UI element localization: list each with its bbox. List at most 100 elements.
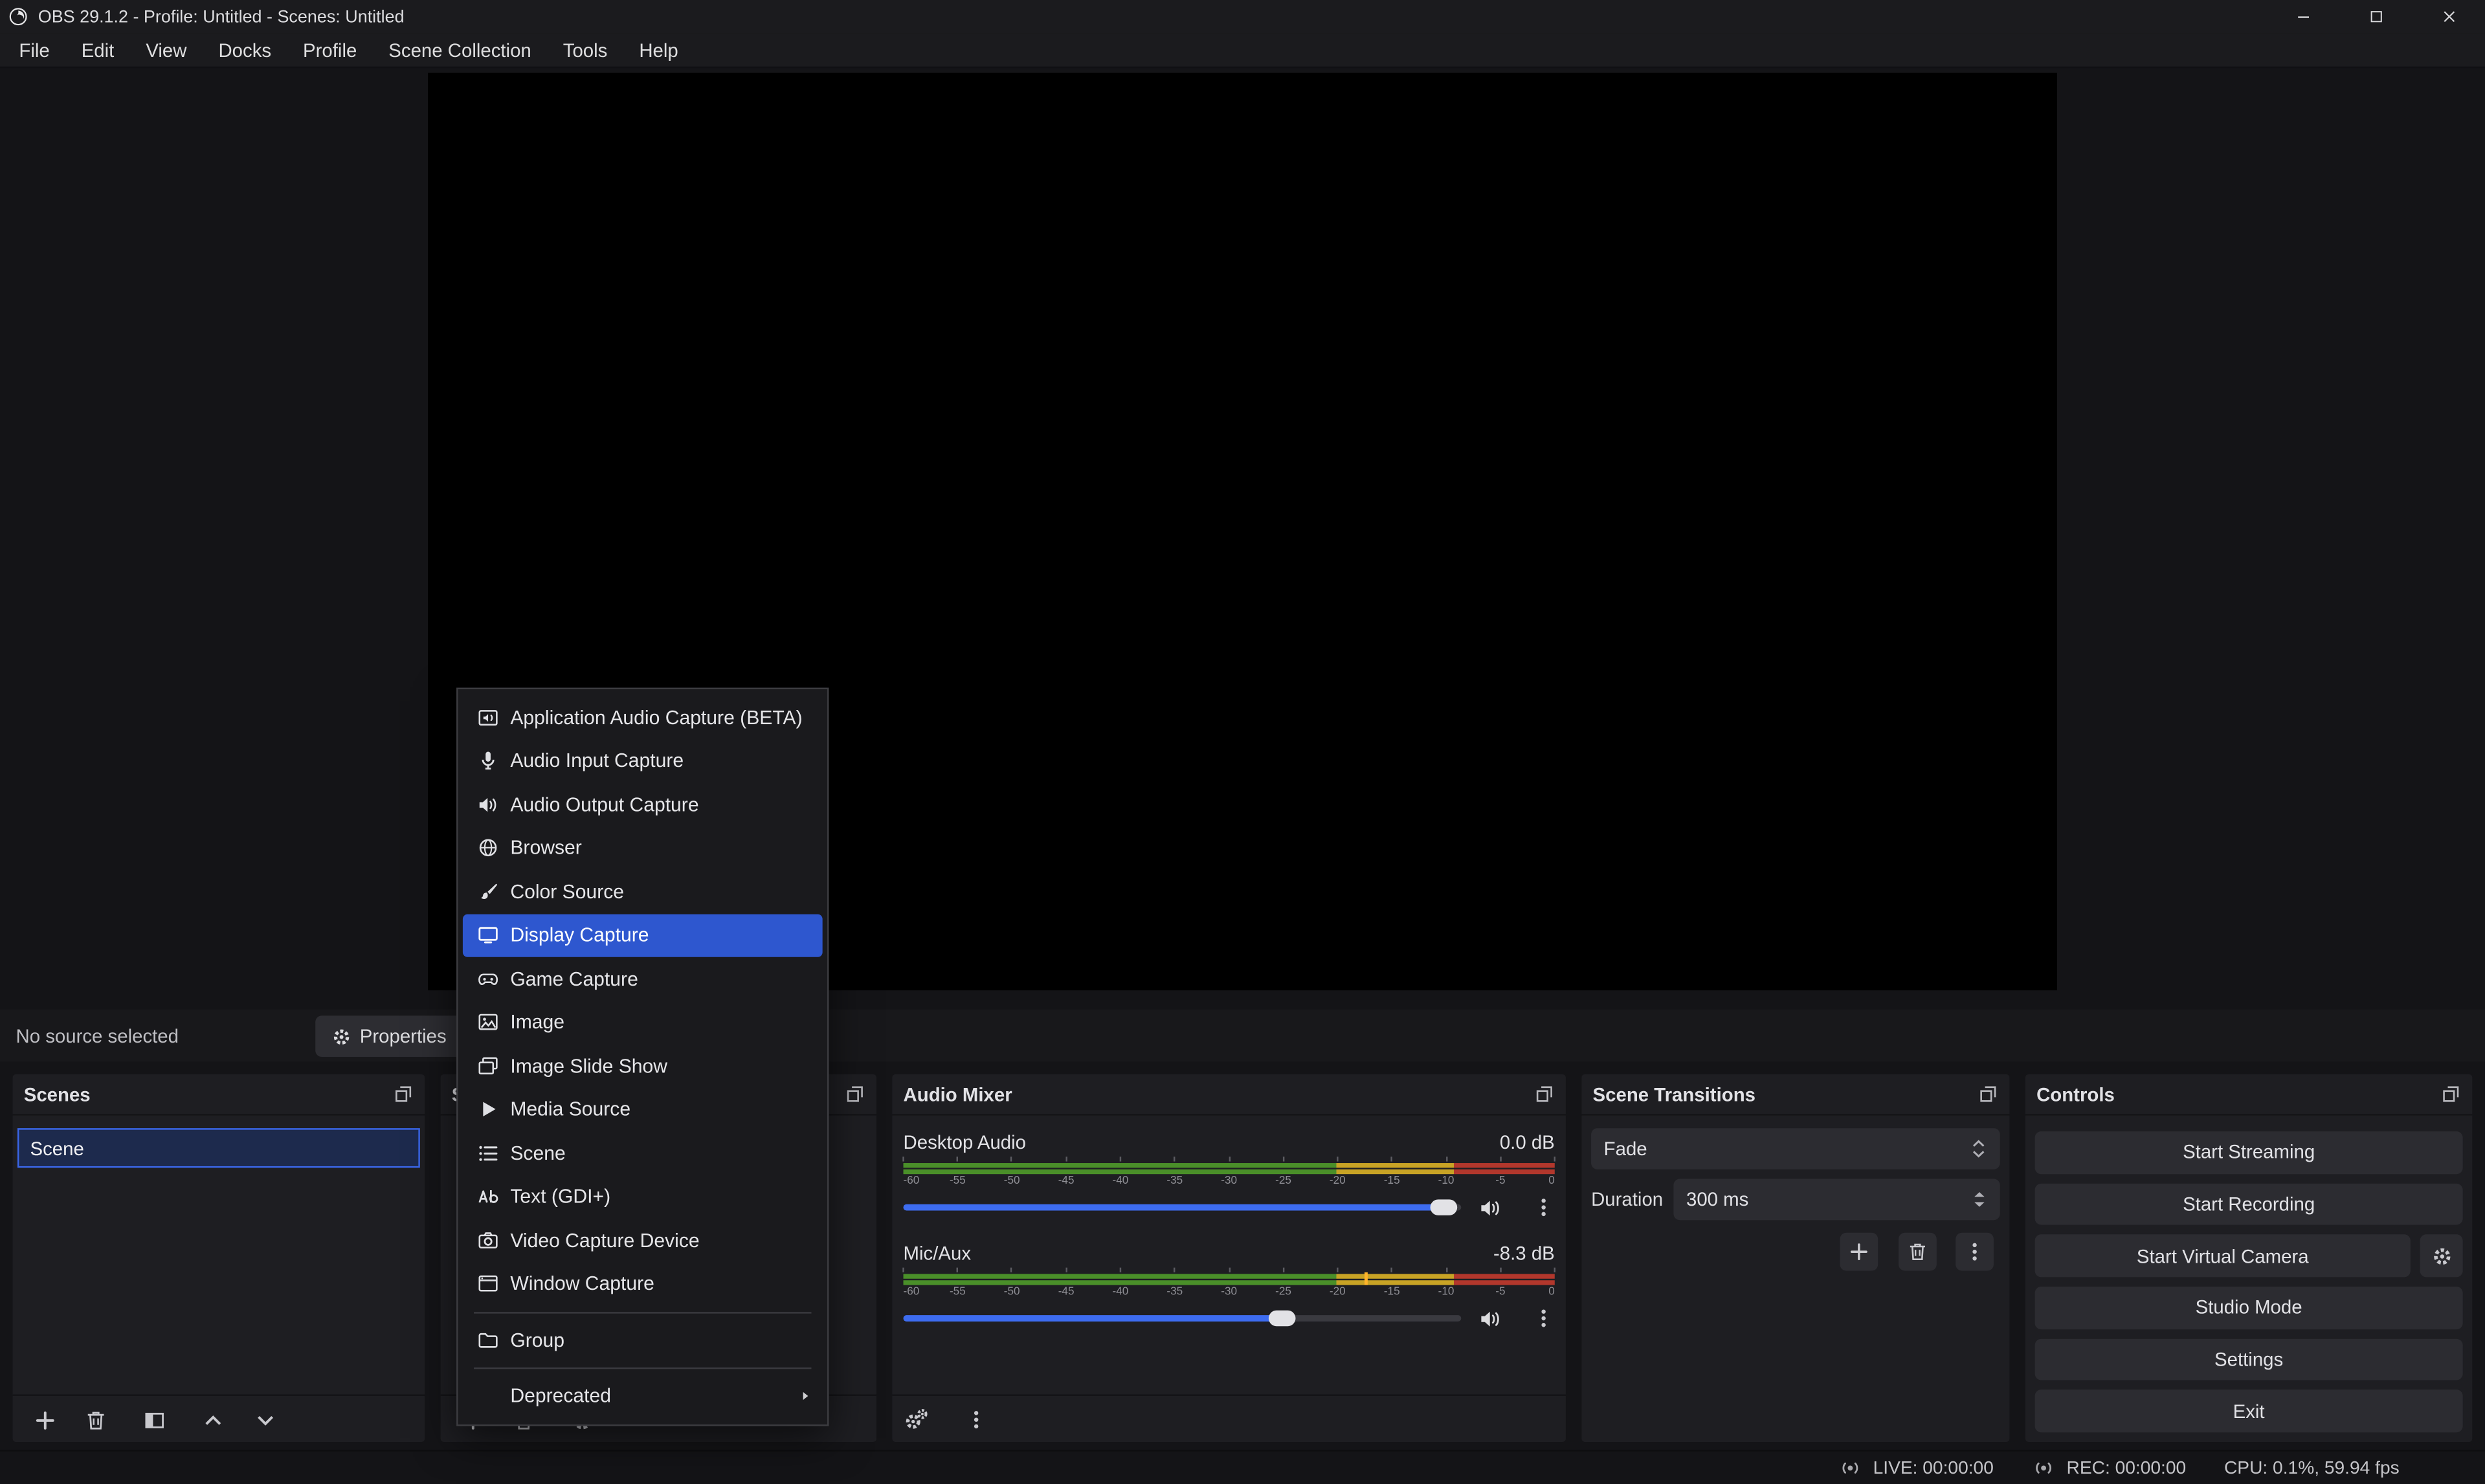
blank-icon: [477, 1385, 499, 1407]
obs-logo-icon: [8, 6, 28, 27]
menu-item-audio-input-capture[interactable]: Audio Input Capture: [463, 739, 823, 782]
add-transition-button[interactable]: [1840, 1233, 1878, 1271]
menu-item-image-slide-show[interactable]: Image Slide Show: [463, 1044, 823, 1087]
volume-slider[interactable]: [904, 1315, 1462, 1322]
maximize-button[interactable]: [2339, 0, 2413, 33]
start-recording-button[interactable]: Start Recording: [2035, 1183, 2463, 1225]
menu-item-deprecated[interactable]: Deprecated: [463, 1375, 823, 1418]
camera-icon: [477, 1229, 499, 1251]
remove-transition-button[interactable]: [1899, 1233, 1937, 1271]
menu-item-text-gdi[interactable]: Text (GDI+): [463, 1175, 823, 1218]
mixer-channel-desktop-audio: Desktop Audio 0.0 dB -60-55-50-45-40-35-…: [904, 1128, 1555, 1219]
properties-button[interactable]: Properties: [315, 1015, 462, 1057]
add-source-context-menu: Application Audio Capture (BETA) Audio I…: [456, 688, 829, 1426]
close-button[interactable]: [2412, 0, 2485, 33]
volume-slider[interactable]: [904, 1204, 1462, 1211]
channel-name: Mic/Aux: [904, 1241, 972, 1263]
volume-slider-handle[interactable]: [1431, 1199, 1458, 1215]
scenes-panel: Scenes Scene: [13, 1074, 425, 1442]
advanced-audio-properties-button[interactable]: [897, 1401, 935, 1439]
combo-arrows-icon[interactable]: [1970, 1138, 1987, 1160]
menu-tools[interactable]: Tools: [547, 32, 623, 67]
menu-separator: [474, 1368, 811, 1369]
duration-input[interactable]: 300 ms: [1673, 1179, 2000, 1221]
popout-icon[interactable]: [2440, 1084, 2461, 1105]
settings-button[interactable]: Settings: [2035, 1338, 2463, 1380]
volume-meter: -60-55-50-45-40-35-30-25-20-15-10-50: [904, 1157, 1555, 1188]
menu-profile[interactable]: Profile: [287, 32, 373, 67]
window-icon: [477, 1273, 499, 1295]
status-bar: LIVE: 00:00:00 REC: 00:00:00 CPU: 0.1%, …: [0, 1450, 2485, 1484]
add-scene-button[interactable]: [25, 1401, 63, 1439]
scene-filters-button[interactable]: [135, 1401, 173, 1439]
audio-mixer-panel-title: Audio Mixer: [904, 1083, 1012, 1105]
popout-icon[interactable]: [1534, 1084, 1555, 1105]
menu-item-group[interactable]: Group: [463, 1318, 823, 1362]
mixer-toolbar: [892, 1395, 1566, 1442]
menu-help[interactable]: Help: [623, 32, 694, 67]
duration-label: Duration: [1591, 1188, 1663, 1210]
spinner-arrows-icon[interactable]: [1972, 1187, 1987, 1212]
menu-item-video-capture-device[interactable]: Video Capture Device: [463, 1219, 823, 1262]
start-streaming-button[interactable]: Start Streaming: [2035, 1131, 2463, 1173]
globe-icon: [477, 837, 499, 859]
mute-speaker-icon[interactable]: [1478, 1307, 1502, 1331]
menu-item-game-capture[interactable]: Game Capture: [463, 957, 823, 1001]
menu-docks[interactable]: Docks: [203, 32, 287, 67]
start-virtual-camera-button[interactable]: Start Virtual Camera: [2035, 1235, 2411, 1278]
channel-level-db: 0.0 dB: [1500, 1131, 1555, 1153]
menu-bar: File Edit View Docks Profile Scene Colle…: [0, 33, 2485, 68]
scenes-panel-title: Scenes: [24, 1083, 91, 1105]
transition-select[interactable]: Fade: [1591, 1128, 2000, 1169]
live-time: LIVE: 00:00:00: [1873, 1459, 1994, 1478]
preview-area: [0, 68, 2485, 1009]
move-scene-down-button[interactable]: [245, 1401, 284, 1439]
menu-item-browser[interactable]: Browser: [463, 826, 823, 870]
studio-mode-button[interactable]: Studio Mode: [2035, 1287, 2463, 1329]
minimize-button[interactable]: [2266, 0, 2339, 33]
menu-view[interactable]: View: [130, 32, 203, 67]
monitor-icon: [477, 924, 499, 946]
menu-item-media-source[interactable]: Media Source: [463, 1088, 823, 1131]
microphone-icon: [477, 750, 499, 772]
window-title: OBS 29.1.2 - Profile: Untitled - Scenes:…: [38, 7, 405, 26]
popout-icon[interactable]: [393, 1084, 414, 1105]
mute-speaker-icon[interactable]: [1478, 1195, 1502, 1219]
no-source-selected-label: No source selected: [16, 1024, 179, 1047]
menu-file[interactable]: File: [3, 32, 65, 67]
scenes-toolbar: [13, 1395, 425, 1442]
move-scene-up-button[interactable]: [194, 1401, 232, 1439]
live-status-icon: [1838, 1456, 1862, 1480]
obs-main-window: OBS 29.1.2 - Profile: Untitled - Scenes:…: [0, 0, 2485, 1484]
volume-slider-handle[interactable]: [1269, 1311, 1297, 1326]
scene-list-item[interactable]: Scene: [17, 1128, 420, 1168]
menu-item-color-source[interactable]: Color Source: [463, 870, 823, 913]
text-ab-icon: [477, 1186, 499, 1208]
menu-item-scene[interactable]: Scene: [463, 1131, 823, 1175]
popout-icon[interactable]: [1978, 1084, 1998, 1105]
properties-label: Properties: [360, 1025, 447, 1047]
channel-options-kebab-icon[interactable]: [1533, 1196, 1555, 1218]
popout-icon[interactable]: [845, 1084, 865, 1105]
title-bar: OBS 29.1.2 - Profile: Untitled - Scenes:…: [0, 0, 2485, 33]
menu-item-window-capture[interactable]: Window Capture: [463, 1262, 823, 1305]
mixer-options-kebab-icon[interactable]: [957, 1401, 996, 1439]
cpu-fps-stats: CPU: 0.1%, 59.94 fps: [2224, 1459, 2400, 1478]
scene-transitions-panel-title: Scene Transitions: [1593, 1083, 1755, 1105]
menu-item-audio-output-capture[interactable]: Audio Output Capture: [463, 782, 823, 826]
mixer-channel-mic-aux: Mic/Aux -8.3 dB -60-55-50-45-40-35-30-25…: [904, 1239, 1555, 1330]
gamepad-icon: [477, 968, 499, 990]
menu-item-image[interactable]: Image: [463, 1001, 823, 1044]
app-audio-capture-icon: [477, 706, 499, 728]
menu-scene-collection[interactable]: Scene Collection: [373, 32, 547, 67]
menu-item-application-audio-capture[interactable]: Application Audio Capture (BETA): [463, 696, 823, 739]
audio-mixer-panel: Audio Mixer Desktop Audio 0.0 dB -60-55-…: [892, 1074, 1566, 1442]
menu-edit[interactable]: Edit: [65, 32, 130, 67]
menu-item-display-capture[interactable]: Display Capture: [463, 913, 823, 957]
channel-options-kebab-icon[interactable]: [1533, 1307, 1555, 1329]
transition-options-kebab-icon[interactable]: [1956, 1233, 1994, 1271]
remove-scene-button[interactable]: [76, 1401, 115, 1439]
exit-button[interactable]: Exit: [2035, 1390, 2463, 1432]
virtual-camera-settings-button[interactable]: [2420, 1235, 2463, 1278]
transition-selected-value: Fade: [1604, 1138, 1647, 1160]
